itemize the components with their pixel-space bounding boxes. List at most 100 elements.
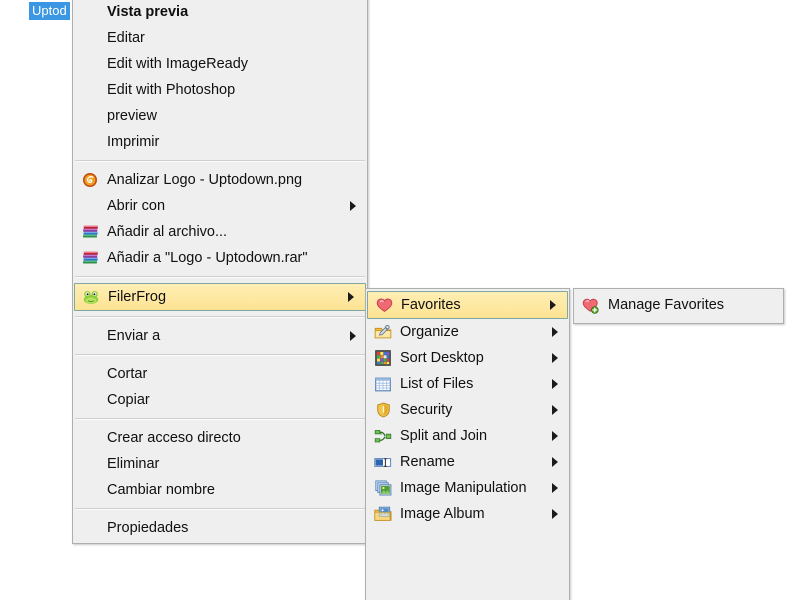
menu-item-label: Editar (107, 30, 145, 46)
favorites-submenu[interactable]: Manage Favorites (573, 288, 784, 324)
menu-item-label: Edit with ImageReady (107, 56, 249, 72)
menu-item-label: Manage Favorites (608, 297, 725, 313)
menu-item-eliminar[interactable]: Eliminar (73, 451, 367, 477)
menu-item-label: Favorites (401, 297, 461, 313)
menu-item-icon-empty (77, 195, 103, 217)
menu-item-icon-empty (77, 53, 103, 75)
menu-item-manage-favorites[interactable]: Manage Favorites (574, 292, 783, 318)
menu-separator (75, 316, 365, 318)
menu-item-label: Edit with Photoshop (107, 82, 236, 98)
menu-item-icon-empty (77, 79, 103, 101)
submenu-arrow-icon (551, 327, 561, 337)
menu-item-cambiar-nombre[interactable]: Cambiar nombre (73, 477, 367, 503)
menu-separator (75, 354, 365, 356)
menu-separator (75, 160, 365, 162)
menu-item-label: List of Files (400, 376, 474, 392)
menu-item-label: Image Album (400, 506, 485, 522)
image-album-folder-icon (370, 503, 396, 525)
menu-separator (75, 418, 365, 420)
submenu-arrow-icon (551, 353, 561, 363)
rename-textbox-icon (370, 451, 396, 473)
menu-item-label: Propiedades (107, 520, 189, 536)
menu-item-filerfrog[interactable]: FilerFrog (74, 283, 366, 311)
shield-icon (370, 399, 396, 421)
menu-item-organize[interactable]: Organize (366, 319, 569, 345)
menu-item-label: Imprimir (107, 134, 160, 150)
submenu-arrow-icon (551, 405, 561, 415)
menu-item-label: Security (400, 402, 453, 418)
table-list-icon (370, 373, 396, 395)
menu-item-label: Crear acceso directo (107, 430, 241, 446)
submenu-arrow-icon (551, 457, 561, 467)
menu-separator (75, 508, 365, 510)
menu-item-enviar-a[interactable]: Enviar a (73, 323, 367, 349)
menu-item-label: Analizar Logo - Uptodown.png (107, 172, 303, 188)
menu-item-label: Rename (400, 454, 455, 470)
menu-item-icon-empty (77, 1, 103, 23)
menu-item-label: Image Manipulation (400, 480, 527, 496)
split-join-icon (370, 425, 396, 447)
menu-item-crear-acceso-directo[interactable]: Crear acceso directo (73, 425, 367, 451)
color-grid-icon (370, 347, 396, 369)
menu-item-image-album[interactable]: Image Album (366, 501, 569, 527)
menu-item-icon-empty (77, 479, 103, 501)
menu-item-sort-desktop[interactable]: Sort Desktop (366, 345, 569, 371)
menu-item-icon-empty (77, 453, 103, 475)
desktop-file-label[interactable]: Uptod (29, 2, 70, 20)
menu-item-security[interactable]: Security (366, 397, 569, 423)
menu-item-label: Organize (400, 324, 459, 340)
menu-item-copiar[interactable]: Copiar (73, 387, 367, 413)
menu-item-rename[interactable]: Rename (366, 449, 569, 475)
screen: Uptod Vista previa Editar Edit with ImageR… (0, 0, 800, 600)
menu-item-label: Vista previa (107, 4, 189, 20)
menu-item-edit-with-photoshop[interactable]: Edit with Photoshop (73, 77, 367, 103)
menu-item-label: FilerFrog (108, 289, 167, 305)
menu-item-icon-empty (77, 131, 103, 153)
menu-item-label: Añadir al archivo... (107, 224, 228, 240)
submenu-arrow-icon (549, 300, 559, 310)
menu-item-list-of-files[interactable]: List of Files (366, 371, 569, 397)
menu-item-label: Abrir con (107, 198, 166, 214)
menu-item-label: preview (107, 108, 157, 124)
menu-item-image-manipulation[interactable]: Image Manipulation (366, 475, 569, 501)
menu-item-a-adir-al-archivo[interactable]: Añadir al archivo... (73, 219, 367, 245)
filerfrog-submenu[interactable]: Favorites Organize Sort Desktop List of Fil… (365, 288, 570, 600)
menu-item-propiedades[interactable]: Propiedades (73, 515, 367, 541)
menu-item-imprimir[interactable]: Imprimir (73, 129, 367, 155)
menu-item-label: Cortar (107, 366, 148, 382)
menu-item-favorites[interactable]: Favorites (367, 291, 568, 319)
menu-item-analizar-logo-uptodown-png[interactable]: Analizar Logo - Uptodown.png (73, 167, 367, 193)
menu-separator (75, 276, 365, 278)
submenu-arrow-icon (551, 509, 561, 519)
menu-item-label: Cambiar nombre (107, 482, 215, 498)
menu-item-icon-empty (77, 427, 103, 449)
submenu-arrow-icon (349, 201, 359, 211)
menu-item-icon-empty (77, 27, 103, 49)
menu-item-icon-empty (77, 363, 103, 385)
menu-item-cortar[interactable]: Cortar (73, 361, 367, 387)
submenu-arrow-icon (551, 431, 561, 441)
menu-item-icon-empty (77, 105, 103, 127)
menu-item-label: Añadir a "Logo - Uptodown.rar" (107, 250, 308, 266)
menu-item-a-adir-a-logo-uptodown-rar[interactable]: Añadir a "Logo - Uptodown.rar" (73, 245, 367, 271)
menu-item-split-and-join[interactable]: Split and Join (366, 423, 569, 449)
folder-pencil-icon (370, 321, 396, 343)
menu-item-vista-previa[interactable]: Vista previa (73, 0, 367, 25)
menu-item-preview[interactable]: preview (73, 103, 367, 129)
menu-item-icon-empty (77, 517, 103, 539)
menu-item-abrir-con[interactable]: Abrir con (73, 193, 367, 219)
image-stack-icon (370, 477, 396, 499)
antivirus-shield-icon (77, 169, 103, 191)
winrar-books-icon (77, 247, 103, 269)
menu-item-label: Eliminar (107, 456, 160, 472)
menu-item-edit-with-imageready[interactable]: Edit with ImageReady (73, 51, 367, 77)
file-context-menu[interactable]: Vista previa Editar Edit with ImageReady Ed… (72, 0, 368, 544)
menu-item-label: Split and Join (400, 428, 488, 444)
frog-icon (78, 285, 104, 309)
menu-item-label: Enviar a (107, 328, 161, 344)
submenu-arrow-icon (551, 483, 561, 493)
menu-item-editar[interactable]: Editar (73, 25, 367, 51)
heart-icon (371, 293, 397, 317)
heart-plus-icon (578, 294, 604, 316)
menu-item-icon-empty (77, 325, 103, 347)
